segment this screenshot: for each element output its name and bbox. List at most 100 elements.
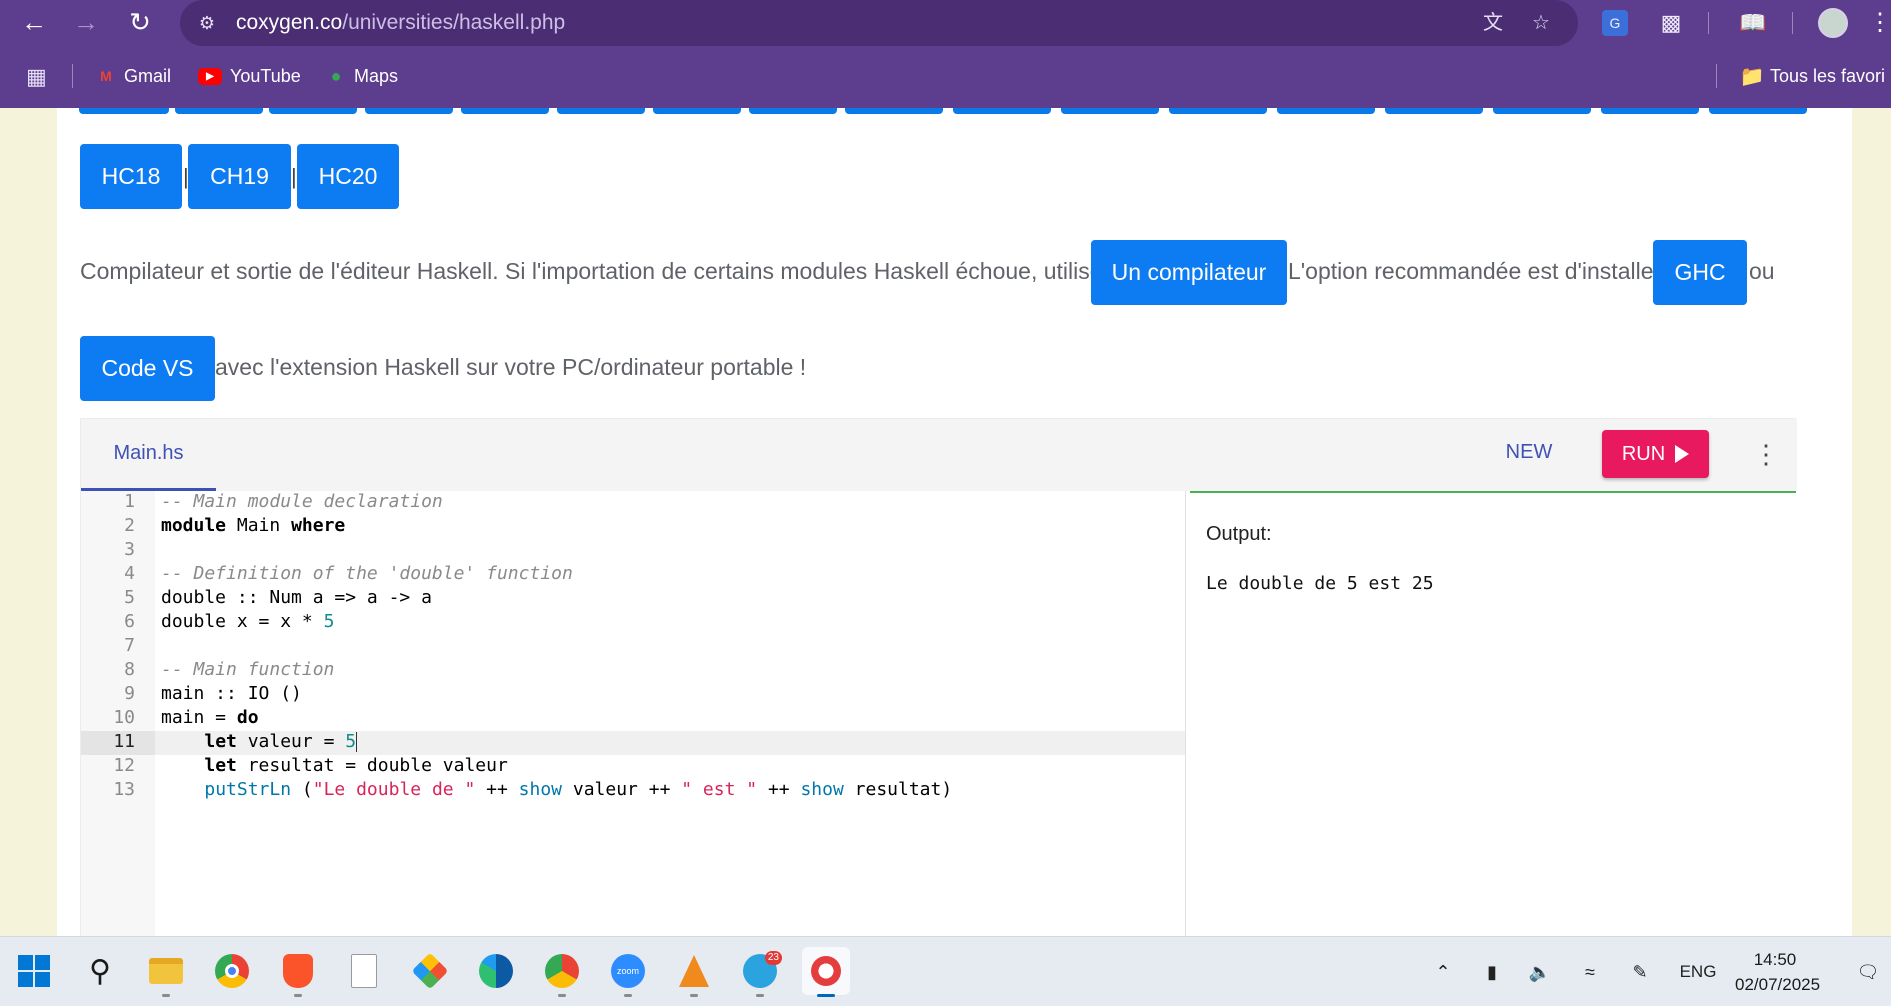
code-line: -- Definition of the 'double' function xyxy=(161,563,573,584)
lesson-button[interactable] xyxy=(365,108,453,114)
bookmarks-divider xyxy=(1716,64,1717,88)
lesson-button[interactable] xyxy=(749,108,837,114)
code-line-active: let valeur = 5 xyxy=(204,731,358,752)
browser-menu-icon[interactable]: ⋮ xyxy=(1868,8,1891,38)
bookmark-label: Gmail xyxy=(124,65,172,86)
hc18-button[interactable]: HC18 xyxy=(80,144,182,209)
date: 02/07/2025 xyxy=(1735,975,1821,994)
reading-mode-icon[interactable]: 📖 xyxy=(1738,8,1768,38)
editor-header: Main.hs NEW RUN ⋮ xyxy=(81,419,1797,491)
notepad-icon[interactable] xyxy=(340,947,388,995)
lesson-button[interactable] xyxy=(1277,108,1375,114)
lesson-button[interactable] xyxy=(953,108,1051,114)
output-label: Output: xyxy=(1206,523,1272,545)
lesson-button[interactable] xyxy=(557,108,645,114)
ghc-button[interactable]: GHC xyxy=(1653,240,1747,305)
navigation-bar: ← → ↻ ⚙ coxygen.co/universities/haskell.… xyxy=(0,0,1891,46)
extensions-puzzle-icon[interactable]: ▩ xyxy=(1656,8,1686,38)
windows-taskbar: ⚲ zoom 23 ⌃ ▮ 🔈 ≈ ✎ ENG 14:50 02/07/2025… xyxy=(0,936,1891,1006)
bookmark-maps[interactable]: ● Maps xyxy=(326,62,398,90)
code-line: main = do xyxy=(161,707,259,728)
lesson-button[interactable] xyxy=(1601,108,1699,114)
folder-icon: 📁 xyxy=(1739,65,1765,88)
edge-icon[interactable] xyxy=(472,947,520,995)
intro-text: Compilateur et sortie de l'éditeur Haske… xyxy=(80,258,1115,284)
brave-icon[interactable] xyxy=(274,947,322,997)
bookmark-star-icon[interactable]: ☆ xyxy=(1528,10,1554,36)
lesson-button[interactable] xyxy=(1709,108,1807,114)
vlc-icon[interactable] xyxy=(670,947,718,997)
code-text-area[interactable]: -- Main module declaration module Main w… xyxy=(155,491,1185,936)
chrome-icon[interactable] xyxy=(208,947,256,995)
code-line: let resultat = double valeur xyxy=(204,755,508,776)
notifications-icon[interactable]: 🗨 xyxy=(1854,959,1882,985)
lesson-button[interactable] xyxy=(269,108,357,114)
git-icon[interactable] xyxy=(406,947,454,995)
line-number: 2 xyxy=(124,515,135,536)
address-bar[interactable]: ⚙ coxygen.co/universities/haskell.php 文 … xyxy=(180,0,1578,46)
clock[interactable]: 14:50 02/07/2025 xyxy=(1735,947,1821,997)
page-content: HC18 | CH19 | HC20 Compilateur et sortie… xyxy=(57,108,1852,936)
telegram-icon[interactable]: 23 xyxy=(736,947,784,997)
lesson-button[interactable] xyxy=(461,108,549,114)
windows-start-icon[interactable] xyxy=(10,947,58,995)
hc20-button[interactable]: HC20 xyxy=(297,144,399,209)
search-icon[interactable]: ⚲ xyxy=(76,947,124,995)
line-number: 13 xyxy=(113,779,135,800)
site-settings-icon[interactable]: ⚙ xyxy=(194,10,220,36)
new-button[interactable]: NEW xyxy=(1499,441,1559,469)
compiler-button[interactable]: Un compilateur xyxy=(1091,240,1287,305)
gmail-icon: M xyxy=(100,68,112,84)
zoom-label: zoom xyxy=(611,954,645,988)
button-separator: | xyxy=(291,164,297,189)
vscode-button[interactable]: Code VS xyxy=(80,336,215,401)
telegram-notification-badge: 23 xyxy=(764,951,782,965)
zoom-icon[interactable]: zoom xyxy=(604,947,652,997)
chrome-profile-icon[interactable] xyxy=(538,947,586,997)
line-number: 12 xyxy=(113,755,135,776)
lesson-button[interactable] xyxy=(1061,108,1159,114)
translate-page-icon[interactable]: 文 xyxy=(1480,10,1506,36)
lesson-button[interactable] xyxy=(845,108,943,114)
snipping-tool-icon[interactable] xyxy=(802,947,850,997)
all-bookmarks-label: Tous les favori xyxy=(1770,65,1886,86)
language-indicator[interactable]: ENG xyxy=(1676,959,1720,985)
show-hidden-icons-chevron-icon[interactable]: ⌃ xyxy=(1430,959,1456,985)
wifi-icon[interactable]: ≈ xyxy=(1576,959,1604,985)
back-arrow-icon[interactable]: ← xyxy=(18,6,50,38)
apps-grid-icon[interactable]: ▦ xyxy=(26,66,50,90)
bookmark-gmail[interactable]: M Gmail xyxy=(96,62,171,90)
all-bookmarks-folder[interactable]: 📁 Tous les favori xyxy=(1739,62,1886,90)
google-translate-extension-icon[interactable]: G xyxy=(1602,10,1628,36)
volume-icon[interactable]: 🔈 xyxy=(1526,959,1554,985)
url-path: /universities/haskell.php xyxy=(342,11,566,34)
url-text[interactable]: coxygen.co/universities/haskell.php xyxy=(236,11,565,35)
pen-icon[interactable]: ✎ xyxy=(1626,959,1654,985)
play-icon xyxy=(1675,445,1690,463)
url-host: coxygen.co xyxy=(236,11,343,34)
run-button[interactable]: RUN xyxy=(1602,430,1709,478)
lesson-button[interactable] xyxy=(653,108,741,114)
line-number: 7 xyxy=(124,635,135,656)
line-number: 1 xyxy=(124,491,135,512)
time: 14:50 xyxy=(1753,950,1797,969)
editor-output-divider[interactable] xyxy=(1185,491,1186,936)
lesson-button[interactable] xyxy=(1385,108,1483,114)
code-line: module Main where xyxy=(161,515,346,536)
ch19-button[interactable]: CH19 xyxy=(188,144,291,209)
file-explorer-icon[interactable] xyxy=(142,947,190,997)
lesson-button[interactable] xyxy=(1169,108,1267,114)
lesson-button[interactable] xyxy=(79,108,169,114)
code-line: putStrLn ("Le double de " ++ show valeur… xyxy=(204,779,953,800)
profile-avatar[interactable] xyxy=(1818,8,1848,38)
reload-icon[interactable]: ↻ xyxy=(124,6,156,38)
lesson-button[interactable] xyxy=(175,108,263,114)
output-panel: Output: Le double de 5 est 25 xyxy=(1190,491,1796,936)
tab-main-hs[interactable]: Main.hs xyxy=(81,419,216,491)
lesson-button[interactable] xyxy=(1493,108,1591,114)
bookmarks-divider xyxy=(72,64,73,88)
bookmark-youtube[interactable]: ▶ YouTube xyxy=(198,62,301,90)
battery-icon[interactable]: ▮ xyxy=(1478,959,1506,985)
more-options-icon[interactable]: ⋮ xyxy=(1753,437,1779,471)
forward-arrow-icon[interactable]: → xyxy=(70,6,102,38)
